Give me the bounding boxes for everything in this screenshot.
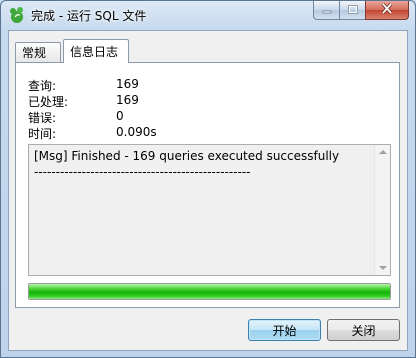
message-log-panel: 查询: 169 已处理: 169 错误: 0 时间: 0.090s [Msg] … [15, 62, 400, 308]
stat-value: 0.090s [116, 125, 157, 139]
window-title: 完成 - 运行 SQL 文件 [31, 9, 147, 23]
log-textarea[interactable]: [Msg] Finished - 169 queries executed su… [28, 144, 391, 276]
stat-row-queries: 查询: 169 [28, 77, 228, 93]
navicat-leaf-icon [8, 6, 26, 24]
close-icon [381, 2, 393, 17]
window-close-button[interactable] [365, 1, 409, 20]
tab-message-log[interactable]: 信息日志 [63, 39, 129, 63]
log-line: [Msg] Finished - 169 queries executed su… [34, 149, 340, 163]
progress-bar-fill [29, 284, 390, 299]
scroll-down-arrow-icon[interactable] [379, 266, 387, 270]
tab-message-log-label: 信息日志 [70, 45, 119, 59]
maximize-button[interactable] [339, 1, 365, 20]
caption-buttons [313, 1, 409, 21]
stat-label: 时间: [28, 127, 57, 141]
progress-bar [28, 283, 391, 300]
stat-row-time: 时间: 0.090s [28, 125, 228, 141]
tab-general-label: 常规 [22, 46, 47, 60]
minimize-icon [322, 3, 332, 17]
stat-value: 169 [116, 93, 139, 107]
tab-general[interactable]: 常规 [15, 42, 61, 62]
stat-label: 查询: [28, 79, 57, 93]
vertical-scrollbar[interactable] [374, 145, 390, 275]
stat-row-processed: 已处理: 169 [28, 93, 228, 109]
start-button-label: 开始 [272, 323, 297, 338]
title-bar[interactable]: 完成 - 运行 SQL 文件 [1, 1, 415, 29]
dialog-window: 完成 - 运行 SQL 文件 常规 信息日志 查询: 169 已处理: 169 … [0, 0, 416, 358]
maximize-icon [347, 3, 358, 17]
stat-value: 0 [116, 109, 124, 123]
stat-label: 错误: [28, 111, 57, 125]
stats-block: 查询: 169 已处理: 169 错误: 0 时间: 0.090s [28, 77, 228, 141]
log-separator-line: ----------------------------------------… [34, 165, 251, 179]
stat-label: 已处理: [28, 95, 69, 109]
scroll-up-arrow-icon[interactable] [379, 150, 387, 154]
close-button[interactable]: 关闭 [327, 319, 400, 341]
minimize-button[interactable] [313, 1, 339, 20]
dialog-client-area: 常规 信息日志 查询: 169 已处理: 169 错误: 0 时间: 0.090… [8, 30, 408, 351]
stat-value: 169 [116, 77, 139, 91]
start-button[interactable]: 开始 [248, 319, 321, 341]
close-button-label: 关闭 [351, 323, 376, 338]
stat-row-errors: 错误: 0 [28, 109, 228, 125]
